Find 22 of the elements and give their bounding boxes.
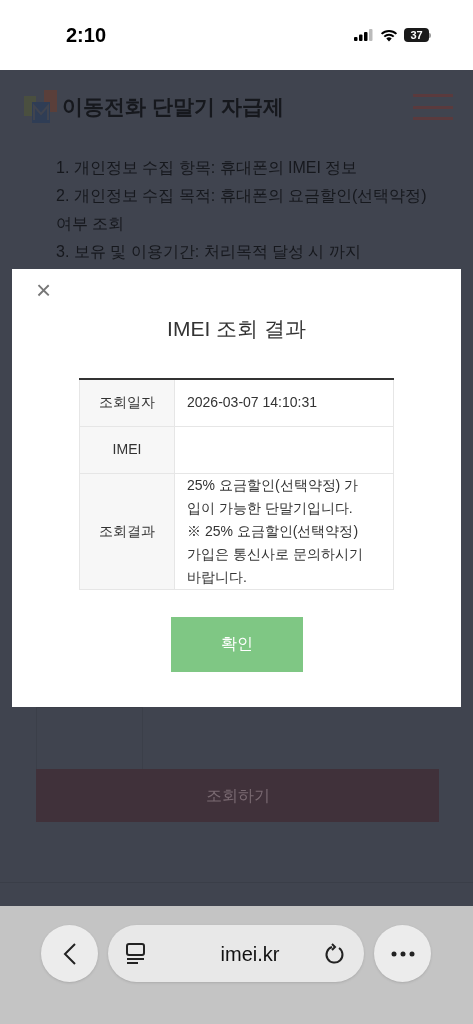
wifi-icon <box>380 28 398 42</box>
logo-icon <box>24 90 58 124</box>
url-text: imei.kr <box>220 941 280 967</box>
menu-icon[interactable] <box>413 94 453 120</box>
status-time: 2:10 <box>66 23 107 48</box>
table-cell-text: 25% 요금할인(선택약정) 가입이 가능한 단말기입니다. ※ 25% 요금할인(선택약정) 가입은 통신사로 문의하시기 바랍니다. <box>187 475 364 587</box>
dialog-title: IMEI 조회 결과 <box>166 316 307 342</box>
search-button[interactable]: 조회하기 <box>36 769 439 822</box>
table-cell: 조회일자 <box>80 379 175 426</box>
close-button[interactable]: × <box>36 277 52 303</box>
table-cell-text: 2026-03-07 14:10:31 <box>187 393 317 412</box>
more-icon <box>390 950 415 957</box>
battery-indicator: 37 <box>404 28 429 42</box>
table-cell: IMEI <box>80 426 175 473</box>
back-button[interactable] <box>41 925 98 982</box>
reader-icon <box>126 942 146 965</box>
table-cell: 조회결과 <box>80 473 175 589</box>
reload-icon[interactable] <box>324 942 346 965</box>
signal-icon <box>354 29 374 41</box>
address-bar[interactable]: imei.kr <box>108 925 364 982</box>
back-icon <box>62 942 77 965</box>
more-button[interactable] <box>374 925 431 982</box>
